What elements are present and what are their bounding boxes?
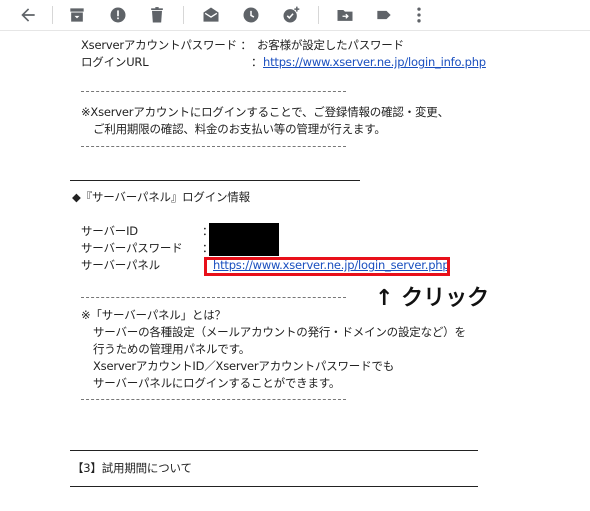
- delete-icon[interactable]: [145, 3, 169, 27]
- report-spam-icon[interactable]: [106, 3, 130, 27]
- note-panel-line3: XserverアカウントID／Xserverアカウントパスワードでも: [93, 359, 395, 373]
- server-password-label: サーバーパスワード: [81, 241, 183, 255]
- login-url-label: ログインURL: [81, 55, 149, 69]
- note-account-line1: ※Xserverアカウントにログインすることで、ご登録情報の確認・変更、: [81, 105, 449, 119]
- dashed-divider: [81, 297, 346, 298]
- highlight-box: [204, 257, 450, 276]
- account-password-label: Xserverアカウントパスワード ：: [81, 38, 252, 52]
- login-info-link[interactable]: https://www.xserver.ne.jp/login_info.php: [263, 55, 486, 70]
- dashed-divider: [81, 399, 346, 400]
- redacted-credentials: [209, 223, 279, 256]
- toolbar-divider: [52, 6, 53, 24]
- toolbar-divider: [318, 6, 319, 24]
- label-icon[interactable]: [372, 3, 396, 27]
- note-panel-title: ※「サーバーパネル」とは？: [81, 308, 226, 322]
- email-body: Xserverアカウントパスワード ： お客様が設定したパスワード ログインUR…: [0, 31, 590, 511]
- note-panel-line4: サーバーパネルにログインすることができます。: [93, 376, 341, 390]
- note-panel-line2: 行うための管理用パネルです。: [93, 342, 251, 356]
- move-to-icon[interactable]: [333, 3, 357, 27]
- more-vert-icon[interactable]: [407, 3, 431, 27]
- dashed-divider: [81, 91, 346, 92]
- section-rule: [70, 450, 478, 451]
- server-panel-section-heading: ◆『サーバーパネル』ログイン情報: [72, 190, 250, 204]
- note-account-line2: ご利用期限の確認、料金のお支払い等の管理が行えます。: [93, 122, 386, 136]
- click-annotation: ↑ クリック: [375, 286, 490, 311]
- login-url-colon: ：: [251, 55, 263, 69]
- server-id-label: サーバーID: [81, 224, 138, 238]
- dashed-divider: [81, 146, 346, 147]
- mark-unread-icon[interactable]: [199, 3, 223, 27]
- toolbar-divider: [183, 6, 184, 24]
- section-rule: [70, 486, 478, 487]
- snooze-icon[interactable]: [239, 3, 263, 27]
- server-panel-label: サーバーパネル: [81, 258, 160, 272]
- trial-period-heading: 【3】試用期間について: [72, 461, 192, 475]
- server-password-colon: ：: [202, 241, 214, 255]
- note-panel-line1: サーバーの各種設定（メールアカウントの発行・ドメインの設定など）を: [93, 325, 466, 339]
- section-rule: [70, 180, 360, 181]
- back-arrow-icon[interactable]: [16, 3, 40, 27]
- message-toolbar: [0, 0, 590, 31]
- account-password-value: お客様が設定したパスワード: [257, 38, 404, 52]
- archive-icon[interactable]: [65, 3, 89, 27]
- add-to-tasks-icon[interactable]: [279, 3, 303, 27]
